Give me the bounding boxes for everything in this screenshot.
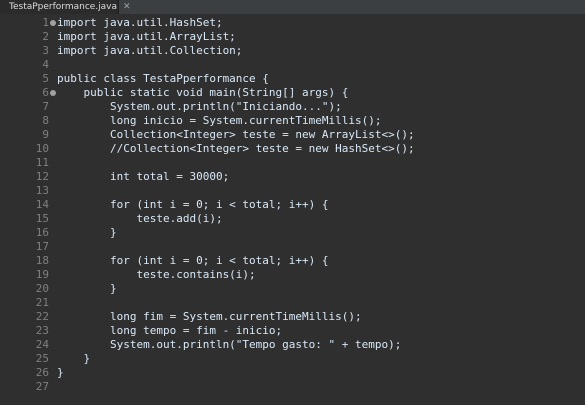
line-number: 5 (42, 72, 49, 85)
line-number: 9 (42, 128, 49, 141)
code-text: long tempo = fim - inicio; (57, 324, 283, 337)
line-number: 27 (35, 380, 49, 393)
code-line: 23 long tempo = fim - inicio; (27, 324, 585, 338)
line-number: 3 (42, 44, 49, 57)
line-number: 22 (35, 310, 49, 323)
code-text: //Collection<Integer> teste = new HashSe… (57, 142, 415, 155)
code-text: System.out.println("Iniciando..."); (57, 100, 342, 113)
code-line: 16 } (27, 226, 585, 240)
code-line: 2 import java.util.ArrayList; (27, 30, 585, 44)
code-text: import java.util.HashSet; (57, 16, 223, 29)
code-line: 15 teste.add(i); (27, 212, 585, 226)
line-number: 4 (42, 58, 49, 71)
code-line: 3 import java.util.Collection; (27, 44, 585, 58)
code-line: 9 Collection<Integer> teste = new ArrayL… (27, 128, 585, 142)
line-number: 26 (35, 366, 49, 379)
code-text: } (57, 226, 117, 239)
code-line: 17 (27, 240, 585, 254)
code-text: teste.add(i); (57, 212, 223, 225)
tab-label: TestaPperformance.java (9, 2, 118, 12)
code-line: 11 (27, 156, 585, 170)
tab-testapperformance[interactable]: TestaPperformance.java ✕ (0, 0, 131, 14)
fold-toggle-icon[interactable] (50, 90, 56, 96)
code-text: } (57, 282, 117, 295)
close-icon[interactable]: ✕ (123, 2, 131, 12)
code-line: 5 public class TestaPperformance { (27, 72, 585, 86)
line-number: 23 (35, 324, 49, 337)
code-line: 20 } (27, 282, 585, 296)
code-editor: TestaPperformance.java ✕ 1 import java.ut… (0, 0, 585, 405)
code-line: 12 int total = 30000; (27, 170, 585, 184)
code-line: 14 for (int i = 0; i < total; i++) { (27, 198, 585, 212)
code-text: System.out.println("Tempo gasto: " + tem… (57, 338, 402, 351)
code-line: 25 } (27, 352, 585, 366)
code-text: } (57, 352, 91, 365)
code-line: 21 (27, 296, 585, 310)
code-text: int total = 30000; (57, 170, 230, 183)
line-number: 11 (35, 156, 49, 169)
code-line: 24 System.out.println("Tempo gasto: " + … (27, 338, 585, 352)
code-text: Collection<Integer> teste = new ArrayLis… (57, 128, 415, 141)
line-number: 6 (42, 86, 49, 99)
line-number: 8 (42, 114, 49, 127)
code-line: 8 long inicio = System.currentTimeMillis… (27, 114, 585, 128)
line-number: 20 (35, 282, 49, 295)
line-number: 17 (35, 240, 49, 253)
line-number: 24 (35, 338, 49, 351)
line-number: 14 (35, 198, 49, 211)
code-line: 10 //Collection<Integer> teste = new Has… (27, 142, 585, 156)
code-line: 4 (27, 58, 585, 72)
code-line: 7 System.out.println("Iniciando..."); (27, 100, 585, 114)
code-text: long inicio = System.currentTimeMillis()… (57, 114, 382, 127)
line-number: 10 (35, 142, 49, 155)
line-number: 21 (35, 296, 49, 309)
code-text: public class TestaPperformance { (57, 72, 269, 85)
code-text: public static void main(String[] args) { (57, 86, 349, 99)
line-gutter (0, 14, 27, 405)
code-text: import java.util.ArrayList; (57, 30, 236, 43)
code-text: for (int i = 0; i < total; i++) { (57, 254, 329, 267)
code-line: 19 teste.contains(i); (27, 268, 585, 282)
code-text: for (int i = 0; i < total; i++) { (57, 198, 329, 211)
tab-bar: TestaPperformance.java ✕ (0, 0, 585, 15)
code-line: 13 (27, 184, 585, 198)
code-line: 1 import java.util.HashSet; (27, 16, 585, 30)
line-number: 2 (42, 30, 49, 43)
line-number: 19 (35, 268, 49, 281)
line-number: 18 (35, 254, 49, 267)
code-text: teste.contains(i); (57, 268, 256, 281)
fold-toggle-icon[interactable] (50, 20, 56, 26)
code-text: } (57, 366, 64, 379)
code-line: 26} (27, 366, 585, 380)
line-number: 15 (35, 212, 49, 225)
line-number: 16 (35, 226, 49, 239)
code-line: 27 (27, 380, 585, 394)
line-number: 13 (35, 184, 49, 197)
code-text-area[interactable]: 1 import java.util.HashSet; 2 import java.u… (27, 14, 585, 405)
code-text: import java.util.Collection; (57, 44, 243, 57)
code-text: long fim = System.currentTimeMillis(); (57, 310, 362, 323)
line-number: 12 (35, 170, 49, 183)
line-number: 25 (35, 352, 49, 365)
code-line: 22 long fim = System.currentTimeMillis()… (27, 310, 585, 324)
line-number: 7 (42, 100, 49, 113)
code-line: 6 public static void main(String[] args)… (27, 86, 585, 100)
code-line: 18 for (int i = 0; i < total; i++) { (27, 254, 585, 268)
line-number: 1 (42, 16, 49, 29)
